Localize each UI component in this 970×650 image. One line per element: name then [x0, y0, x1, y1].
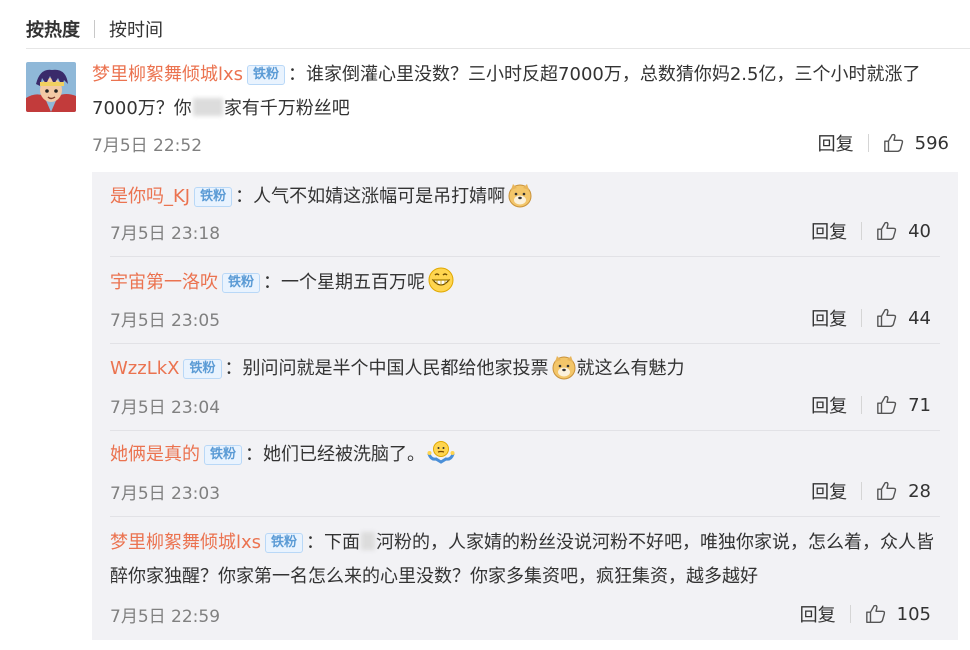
reply-text: 下面	[324, 532, 361, 553]
action-divider	[849, 605, 851, 623]
sort-by-hot-tab[interactable]: 按热度	[26, 16, 80, 42]
reply-username[interactable]: WzzLkX	[110, 358, 179, 379]
reply-username[interactable]: 她俩是真的	[110, 444, 200, 465]
reply-divider	[110, 430, 940, 431]
reply-username[interactable]: 是你吗_KJ	[110, 186, 190, 207]
reply-divider	[110, 516, 940, 517]
action-divider	[861, 482, 863, 500]
reply-actions: 回复 105	[800, 601, 931, 627]
main-comment: 梦里柳絮舞倾城lxs 铁粉 ：谁家倒灌心里没数？三小时反超7000万，总数猜你妈2.…	[92, 58, 958, 126]
reply-username[interactable]: 梦里柳絮舞倾城lxs	[110, 532, 261, 553]
colon: ：	[235, 186, 254, 207]
reply-text: 她们已经被洗脑了。	[263, 444, 426, 465]
reply-date: 7月5日 23:18	[110, 223, 221, 244]
reply-actions: 回复 71	[811, 392, 931, 418]
thumbs-up-icon[interactable]	[865, 603, 887, 625]
blurred-text	[192, 98, 223, 116]
shrug-emoji-icon	[427, 441, 455, 464]
reply-meta: 7月5日 23:04 回复 71	[110, 390, 931, 420]
action-divider	[867, 134, 869, 152]
sort-by-time-tab[interactable]: 按时间	[109, 16, 163, 42]
reply-actions: 回复 28	[811, 478, 931, 504]
reply-item: 是你吗_KJ 铁粉 ：人气不如婧这涨幅可是吊打婧啊	[110, 180, 940, 214]
sort-bar: 按热度 按时间	[26, 14, 163, 44]
fan-badge[interactable]: 铁粉	[194, 187, 233, 207]
grin-emoji-icon	[428, 267, 454, 293]
reply-text: 一个星期五百万呢	[281, 272, 426, 293]
comment-username[interactable]: 梦里柳絮舞倾城lxs	[92, 64, 243, 85]
like-count: 40	[908, 220, 931, 242]
reply-button[interactable]: 回复	[811, 305, 847, 331]
doge-emoji-icon	[508, 184, 532, 208]
reply-actions: 回复 40	[811, 218, 931, 244]
fan-badge[interactable]: 铁粉	[222, 273, 261, 293]
fan-badge[interactable]: 铁粉	[265, 533, 304, 553]
reply-text: 别问问就是半个中国人民都给他家投票	[242, 358, 549, 379]
header-divider	[26, 48, 970, 49]
colon: ：	[288, 64, 307, 85]
reply-date: 7月5日 23:03	[110, 483, 221, 504]
replies-container: 是你吗_KJ 铁粉 ：人气不如婧这涨幅可是吊打婧啊 7月5日 23:18 回复 40…	[92, 172, 958, 640]
action-divider	[861, 309, 863, 327]
reply-button[interactable]: 回复	[811, 392, 847, 418]
like-count: 28	[908, 480, 931, 502]
reply-button[interactable]: 回复	[800, 601, 836, 627]
thumbs-up-icon[interactable]	[876, 394, 898, 416]
sort-divider	[94, 20, 95, 38]
fan-badge[interactable]: 铁粉	[204, 445, 243, 465]
like-count: 596	[914, 132, 949, 154]
thumbs-up-icon[interactable]	[883, 132, 905, 154]
colon: ：	[263, 272, 282, 293]
comment-text-cont: 家有千万粉丝吧	[223, 98, 350, 119]
reply-item: WzzLkX 铁粉 ：别问问就是半个中国人民都给他家投票 就这么有魅力	[110, 352, 940, 386]
thumbs-up-icon[interactable]	[876, 480, 898, 502]
reply-username[interactable]: 宇宙第一洛吹	[110, 272, 218, 293]
avatar[interactable]	[26, 62, 76, 112]
like-count: 105	[896, 603, 931, 625]
reply-meta: 7月5日 23:05 回复 44	[110, 303, 931, 333]
reply-date: 7月5日 22:59	[110, 606, 221, 627]
reply-meta: 7月5日 22:59 回复 105	[110, 599, 931, 629]
thumbs-up-icon[interactable]	[876, 220, 898, 242]
fan-badge[interactable]: 铁粉	[183, 359, 222, 379]
action-divider	[861, 396, 863, 414]
reply-date: 7月5日 23:04	[110, 397, 221, 418]
reply-button[interactable]: 回复	[818, 130, 854, 156]
reply-meta: 7月5日 23:03 回复 28	[110, 476, 931, 506]
reply-actions: 回复 44	[811, 305, 931, 331]
reply-item: 她俩是真的 铁粉 ：她们已经被洗脑了。	[110, 438, 940, 472]
doge-emoji-icon	[552, 356, 575, 380]
reply-button[interactable]: 回复	[811, 478, 847, 504]
reply-text: 人气不如婧这涨幅可是吊打婧啊	[253, 186, 506, 207]
colon: ：	[306, 532, 325, 553]
reply-divider	[110, 343, 940, 344]
like-count: 71	[908, 394, 931, 416]
comment-meta: 7月5日 22:52 回复 596	[92, 128, 949, 158]
comment-actions: 回复 596	[818, 130, 949, 156]
reply-item: 梦里柳絮舞倾城lxs 铁粉 ：下面 河粉的，人家婧的粉丝没说河粉不好吧，唯独你家说，怎…	[110, 526, 940, 594]
reply-item: 宇宙第一洛吹 铁粉 ：一个星期五百万呢	[110, 266, 940, 300]
reply-divider	[110, 256, 940, 257]
colon: ：	[224, 358, 243, 379]
reply-button[interactable]: 回复	[811, 218, 847, 244]
like-count: 44	[908, 307, 931, 329]
anime-character-avatar-icon	[26, 62, 76, 112]
action-divider	[861, 222, 863, 240]
comment-date: 7月5日 22:52	[92, 135, 203, 156]
thumbs-up-icon[interactable]	[876, 307, 898, 329]
reply-text-cont: 就这么有魅力	[576, 358, 685, 379]
reply-date: 7月5日 23:05	[110, 310, 221, 331]
blurred-text	[361, 532, 376, 550]
fan-badge[interactable]: 铁粉	[247, 65, 286, 85]
reply-meta: 7月5日 23:18 回复 40	[110, 216, 931, 246]
colon: ：	[245, 444, 264, 465]
